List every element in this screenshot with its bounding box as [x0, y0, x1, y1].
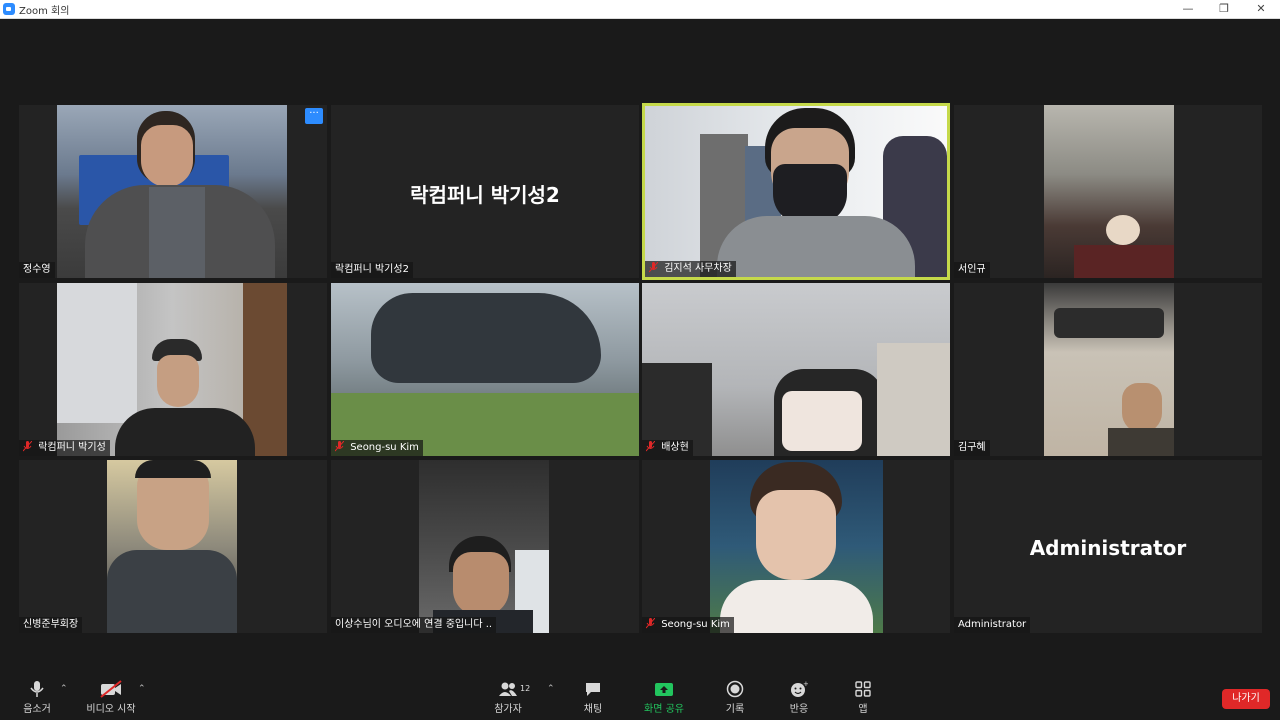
video-tile[interactable]: 신병준부회장 — [19, 460, 327, 633]
record-icon — [726, 680, 744, 698]
muted-mic-icon — [646, 441, 655, 452]
participant-name: 배상현 — [661, 442, 689, 453]
participant-video — [1044, 283, 1174, 456]
svg-text:+: + — [803, 680, 808, 688]
minimize-button[interactable]: — — [1171, 0, 1205, 18]
audio-options-caret[interactable]: ⌃ — [60, 684, 68, 694]
participant-name-label: 배상현 — [642, 440, 693, 456]
maximize-button[interactable]: ❐ — [1207, 0, 1241, 18]
video-tile-active-speaker[interactable]: 김지석 사무차장 — [642, 103, 950, 280]
participant-name: Seong-su Kim — [661, 619, 730, 630]
start-video-label: 비디오 시작 — [86, 704, 136, 715]
video-tile[interactable]: Administrator Administrator — [954, 460, 1262, 633]
muted-mic-icon — [23, 441, 32, 452]
participant-name-label: 정수영 — [19, 262, 55, 278]
participant-display-name: 락컴퍼니 박기성2 — [410, 183, 560, 207]
leave-meeting-button[interactable]: 나가기 — [1222, 689, 1270, 709]
participant-name-label: 김구혜 — [954, 440, 990, 456]
reactions-label: 반응 — [789, 704, 809, 715]
start-video-button[interactable]: 비디오 시작 — [84, 680, 138, 715]
record-button[interactable]: 기록 — [720, 680, 750, 715]
video-tile[interactable]: 이상수님이 오디오에 연결 중입니다 .. — [331, 460, 639, 633]
participant-name: 김구혜 — [958, 442, 986, 453]
participant-video — [107, 460, 237, 633]
video-tile[interactable]: 배상현 — [642, 283, 950, 456]
participant-name-label: Administrator — [954, 617, 1031, 633]
participant-name-label: 락컴퍼니 박기성2 — [331, 262, 413, 278]
participants-count: 12 — [520, 684, 531, 693]
apps-label: 앱 — [858, 704, 868, 715]
muted-mic-icon — [335, 441, 344, 452]
participant-name: 김지석 사무차장 — [664, 263, 732, 274]
close-window-button[interactable]: ✕ — [1244, 0, 1278, 18]
participant-name-label: 락컴퍼니 박기성 — [19, 440, 110, 456]
apps-icon — [855, 681, 871, 697]
video-tile[interactable]: Seong-su Kim — [642, 460, 950, 633]
zoom-app-icon — [3, 3, 15, 15]
participant-name-label: Seong-su Kim — [642, 617, 734, 633]
video-tile[interactable]: Seong-su Kim — [331, 283, 639, 456]
muted-mic-icon — [649, 262, 658, 273]
meeting-toolbar: 음소거 ⌃ 비디오 시작 ⌃ 참가자 12 ⌃ 채팅 화면 공유 기록 + 반응… — [0, 676, 1280, 720]
more-options-button[interactable]: ··· — [305, 108, 323, 124]
chat-button[interactable]: 채팅 — [576, 680, 610, 715]
participant-name: 락컴퍼니 박기성 — [38, 442, 106, 453]
microphone-icon — [30, 681, 44, 697]
participant-video — [57, 105, 287, 278]
video-options-caret[interactable]: ⌃ — [138, 684, 146, 694]
reaction-smiley-icon: + — [791, 680, 808, 697]
participant-video — [645, 106, 947, 277]
participants-options-caret[interactable]: ⌃ — [547, 684, 555, 694]
participant-video — [419, 460, 549, 633]
participant-video — [710, 460, 883, 633]
participant-display-name: Administrator — [1029, 536, 1187, 560]
participant-name-label: 서인규 — [954, 262, 990, 278]
window-title: Zoom 회의 — [19, 6, 70, 17]
participant-video — [642, 283, 950, 456]
participant-name-label: 김지석 사무차장 — [645, 261, 736, 277]
video-tile[interactable]: 김구혜 — [954, 283, 1262, 456]
participant-video — [57, 283, 287, 456]
share-screen-icon — [655, 683, 673, 696]
participant-name: 정수영 — [23, 264, 51, 275]
mute-label: 음소거 — [23, 704, 51, 715]
participants-icon — [499, 682, 517, 696]
chat-icon — [586, 683, 600, 696]
muted-mic-icon — [646, 618, 655, 629]
participant-video — [331, 283, 639, 456]
share-screen-button[interactable]: 화면 공유 — [640, 680, 688, 715]
video-off-icon — [100, 680, 122, 698]
reactions-button[interactable]: + 반응 — [784, 680, 814, 715]
mute-button[interactable]: 음소거 — [20, 680, 54, 715]
participant-name-label: 이상수님이 오디오에 연결 중입니다 .. — [331, 617, 497, 633]
participant-name: 신병준부회장 — [23, 619, 79, 630]
share-screen-label: 화면 공유 — [644, 704, 684, 715]
window-title-bar: Zoom 회의 — ❐ ✕ — [0, 0, 1280, 19]
participant-name: Seong-su Kim — [350, 442, 419, 453]
participant-video — [1044, 105, 1174, 278]
participant-name-label: 신병준부회장 — [19, 617, 83, 633]
participant-name: Administrator — [958, 619, 1027, 630]
chat-label: 채팅 — [583, 704, 603, 715]
participant-name: 서인규 — [958, 264, 986, 275]
video-tile[interactable]: ··· 정수영 — [19, 105, 327, 278]
video-tile[interactable]: 락컴퍼니 박기성 — [19, 283, 327, 456]
participants-label: 참가자 — [494, 704, 522, 715]
apps-button[interactable]: 앱 — [852, 680, 874, 715]
participant-name-label: Seong-su Kim — [331, 440, 423, 456]
video-tile[interactable]: 락컴퍼니 박기성2 락컴퍼니 박기성2 — [331, 105, 639, 278]
participant-name: 이상수님이 오디오에 연결 중입니다 .. — [335, 619, 493, 630]
video-tile[interactable]: 서인규 — [954, 105, 1262, 278]
record-label: 기록 — [725, 704, 745, 715]
participant-name: 락컴퍼니 박기성2 — [335, 264, 409, 275]
